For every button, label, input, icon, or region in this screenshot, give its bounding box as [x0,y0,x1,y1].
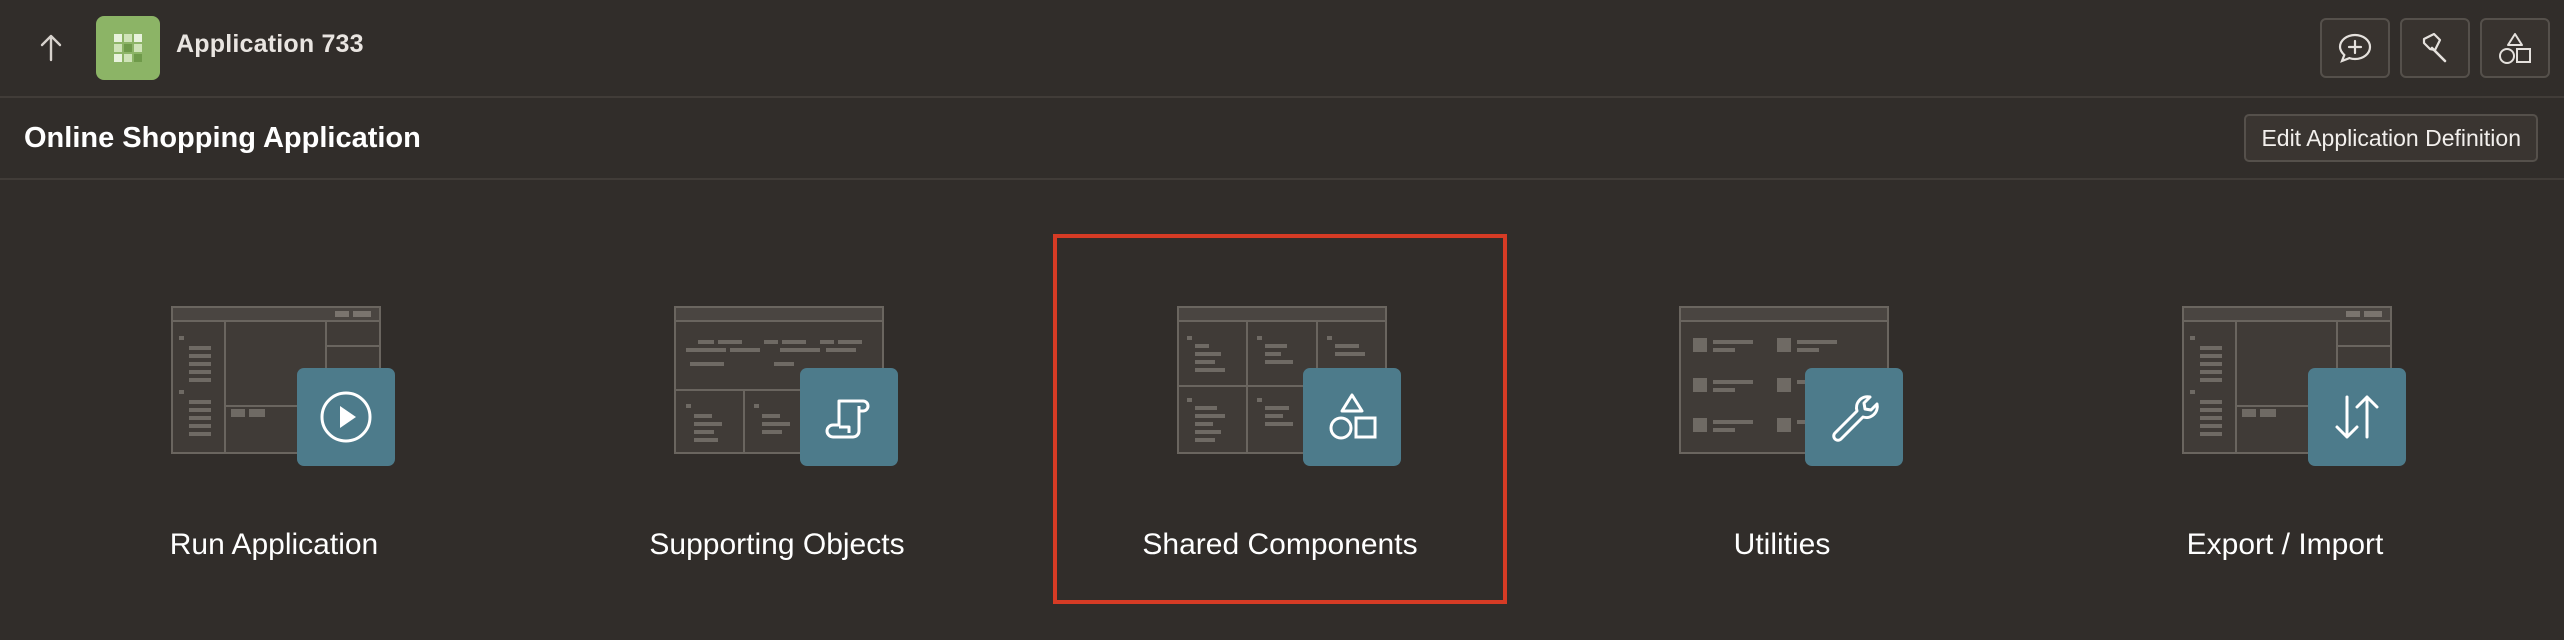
wrench-icon [1832,395,1879,442]
play-icon [320,391,372,443]
tile-export-import[interactable]: Export / Import [2062,238,2508,600]
tile-utilities[interactable]: Utilities [1559,238,2005,600]
tile-label: Supporting Objects [649,528,905,561]
flashlight-icon [2422,32,2447,63]
page-header: Online Shopping Application Edit Applica… [0,98,2564,180]
page-title: Online Shopping Application [24,122,421,154]
feedback-button[interactable] [2320,18,2390,78]
supporting-objects-badge [800,368,898,466]
tile-label: Run Application [169,528,379,561]
app-logo [96,16,160,80]
shared-components-badge [1303,368,1401,466]
navigate-up-button[interactable] [26,26,76,70]
tile-shared-components[interactable]: Shared Components [1053,234,1507,604]
up-down-arrows-icon [2335,395,2379,439]
grid-app-icon [114,34,142,62]
shared-components-shortcut-button[interactable] [2480,18,2550,78]
shapes-icon [1329,393,1377,440]
tile-label: Shared Components [1142,528,1418,561]
utilities-badge [1805,368,1903,466]
tile-label: Export / Import [2186,528,2384,561]
tile-supporting-objects[interactable]: Supporting Objects [554,238,1000,600]
tile-run-application[interactable]: Run Application [51,238,497,600]
scroll-icon [825,399,870,439]
app-header: Application 733 [0,0,2564,98]
arrow-up-icon [40,34,62,62]
shapes-icon [2499,33,2531,64]
chat-add-icon [2338,33,2372,63]
edit-application-definition-button[interactable]: Edit Application Definition [2244,114,2538,162]
tile-label: Utilities [1733,528,1831,561]
export-import-badge [2308,368,2406,466]
application-title: Application 733 [176,30,364,58]
run-application-badge [297,368,395,466]
developer-toolbar-button[interactable] [2400,18,2470,78]
